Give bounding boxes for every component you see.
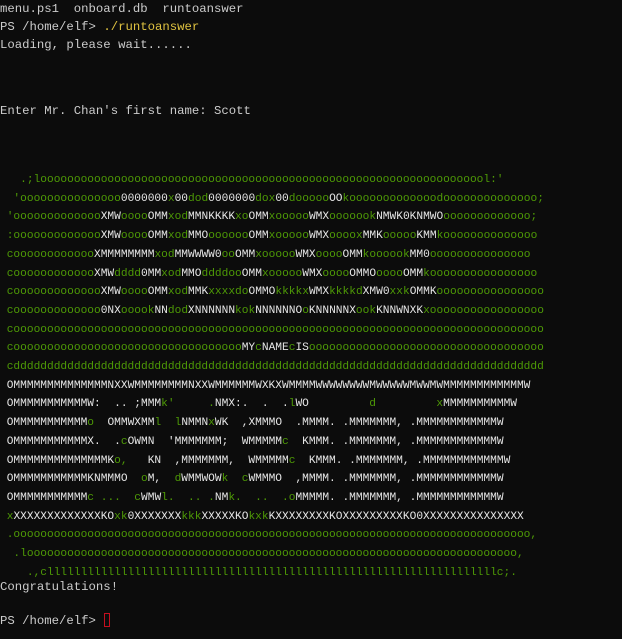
loading-message: Loading, please wait...... [0,38,192,52]
ascii-art-row: .loooooooooooooooooooooooooooooooooooooo… [0,548,524,560]
ascii-art-row: cooooooooooooooooooooooooooooooooooMYcNA… [0,342,544,355]
ascii-art-row: cooooooooooooooooooooooooooooooooooooooo… [0,323,544,336]
ascii-art-row: OMMMMMMMMMMMMMMNXXWMMMMMMMMNXXWMMMMMMWXK… [6,379,531,392]
ascii-art-row: OMMMMMMMMMMMc ... cWMWl. .. .NMk. .. .oM… [6,491,504,504]
ascii-art-row: cooooooooooooo0NXooookNNdodXNNNNNNkokNNN… [0,304,544,317]
ascii-art-row: OMMMMMMMMMMMKNMMMO oM, dWMMWOWk cWMMMO ,… [6,473,504,486]
terminal-window[interactable]: menu.ps1 onboard.db runtoanswer PS /home… [0,0,622,639]
ascii-art-row: xXXXXXXXXXXXXXKOxk0XXXXXXXkkkXXXXXKOkxkK… [0,510,524,523]
ascii-art-row: cddddddddddddddddddddddddddddddddddddddd… [0,361,544,373]
ascii-art-row: cooooooooooooXMWdddd0MMxodMMOddddooOMMxo… [0,267,538,280]
text-cursor [104,613,111,627]
prompt-line[interactable]: PS /home/elf> [0,612,111,630]
prompt: PS /home/elf> [0,614,104,628]
ascii-art-row: cooooooooooooXMMMMMMMMxodMMWWWW0ooOMMxoo… [0,248,531,261]
ascii-art-row: OMMMMMMMMMMMo OMMWXMMl lNMMNxWK ,XMMMO .… [6,417,504,430]
file-listing: menu.ps1 onboard.db runtoanswer [0,2,244,16]
ascii-art-row: coooooooooooooXMWooooOMMxodMMKxxxxdoOMMO… [0,286,544,299]
ascii-art-row: .;looooooooooooooooooooooooooooooooooooo… [0,174,504,186]
prompt: PS /home/elf> [0,20,104,34]
command-line: PS /home/elf> ./runtoanswer [0,18,199,36]
question-line: Enter Mr. Chan's first name: Scott [0,104,251,118]
ascii-art-row: OMMMMMMMMMMMX. .cOWMN 'MMMMMMM; WMMMMMc … [6,435,504,448]
ascii-art-row: OMMMMMMMMMMMW: .. ;MMMk' .NMX:. . .lWO d… [6,398,518,411]
ascii-art-row: .ooooooooooooooooooooooooooooooooooooooo… [0,529,538,542]
ascii-art-row: OMMMMMMMMMMMMMMKo, KN ,MMMMMMM, WMMMMMc … [6,454,511,467]
ascii-art-row: 'ooooooooooooooo0000000x00dod0000000dox0… [0,192,544,205]
congratulations-message: Congratulations! [0,580,119,594]
ascii-art-row: 'oooooooooooooXMWooooOMMxodMMNKKKKxoOMMx… [0,211,538,224]
command-text: ./runtoanswer [103,20,200,34]
ascii-art-row: :oooooooooooooXMWooooOMMxodMMOooooooOMMx… [0,230,538,243]
